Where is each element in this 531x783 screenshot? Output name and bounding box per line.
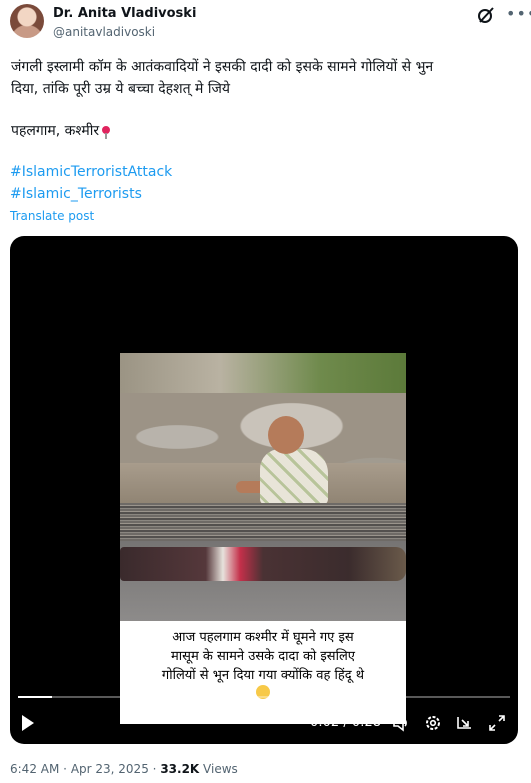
fullscreen-icon[interactable] [488,714,506,732]
settings-icon[interactable] [424,714,442,732]
author-handle[interactable]: @anitavladivoski [53,25,155,39]
post-text-line-2: दिया, तांकि पूरी उम्र ये बच्चा देहशत् मे… [11,81,230,97]
views-count: 33.2K [160,762,200,776]
hashtag-link[interactable]: #Islamic_Terrorists [10,186,142,202]
caption-line: आज पहलगाम कश्मीर में घूमने गए इस [172,630,354,645]
video-frame[interactable]: आज पहलगाम कश्मीर में घूमने गए इस मासूम क… [120,353,406,724]
post-time[interactable]: 6:42 AM [10,762,59,776]
meta-separator: · [63,762,67,776]
child-head [268,416,304,454]
caption-line: मासूम के सामने उसके दादा को इसलिए [171,649,355,664]
video-time: 0:02 / 0:28 [310,715,382,730]
avatar[interactable] [10,4,44,38]
progress-fill [18,696,53,698]
post-date[interactable]: Apr 23, 2025 [71,762,149,776]
grok-icon[interactable] [476,5,496,25]
video-caption: आज पहलगाम कश्मीर में घूमने गए इस मासूम क… [120,628,406,705]
more-icon[interactable]: ••• [506,4,531,23]
play-icon[interactable] [22,715,34,731]
pin-icon [102,126,111,139]
hashtag-link[interactable]: #IslamicTerroristAttack [10,164,172,180]
post-location: पहलगाम, कश्मीर [11,121,511,141]
post-text-line-1: जंगली इस्लामी कॉम के आतंकवादियों ने इसकी… [11,59,434,75]
pip-icon[interactable] [456,714,474,732]
author-name[interactable]: Dr. Anita Vladivoski [53,6,196,21]
views-label: Views [203,762,238,776]
volume-icon[interactable] [392,714,410,732]
meta-separator: · [152,762,157,776]
post-meta: 6:42 AM · Apr 23, 2025 · 33.2K Views [10,762,238,776]
progress-bar[interactable] [18,696,510,698]
caption-line: गोलियों से भून दिया गया क्योंकि वह हिंदू… [161,668,365,683]
frame-lying-figure [120,547,406,581]
translate-post-link[interactable]: Translate post [10,209,94,223]
child-body [260,449,328,505]
video-player[interactable]: आज पहलगाम कश्मीर में घूमने गए इस मासूम क… [10,236,518,744]
glitch-band [120,503,406,543]
location-text: पहलगाम, कश्मीर [11,123,100,139]
